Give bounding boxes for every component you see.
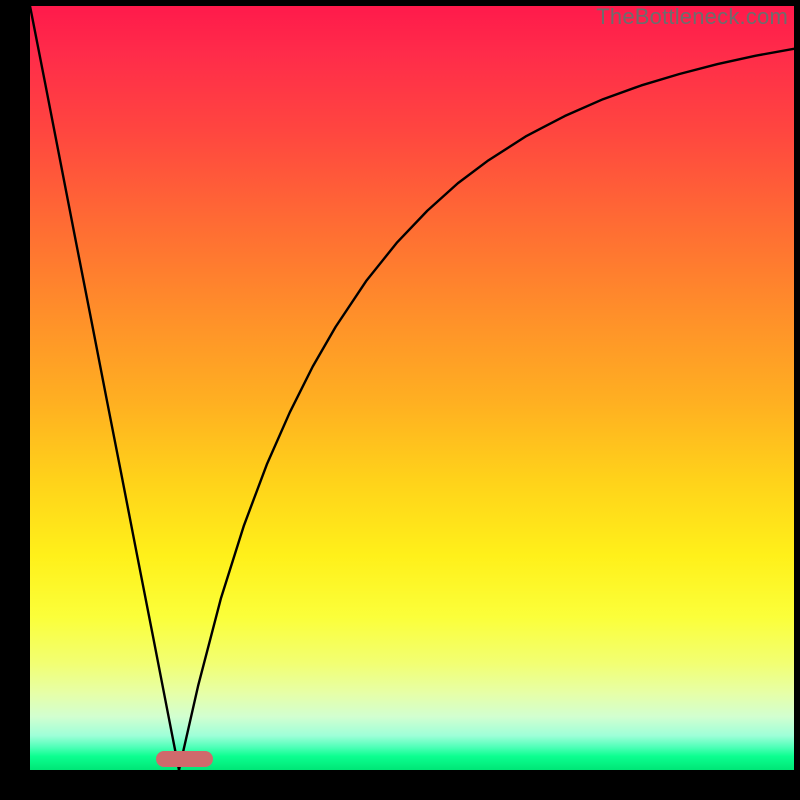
plot-area [30,6,794,770]
curve-right-branch [179,49,794,770]
curve-layer [30,6,794,770]
minimum-marker [156,751,213,767]
watermark-text: TheBottleneck.com [596,4,788,30]
chart-stage: TheBottleneck.com [0,0,800,800]
curve-left-branch [30,6,179,770]
